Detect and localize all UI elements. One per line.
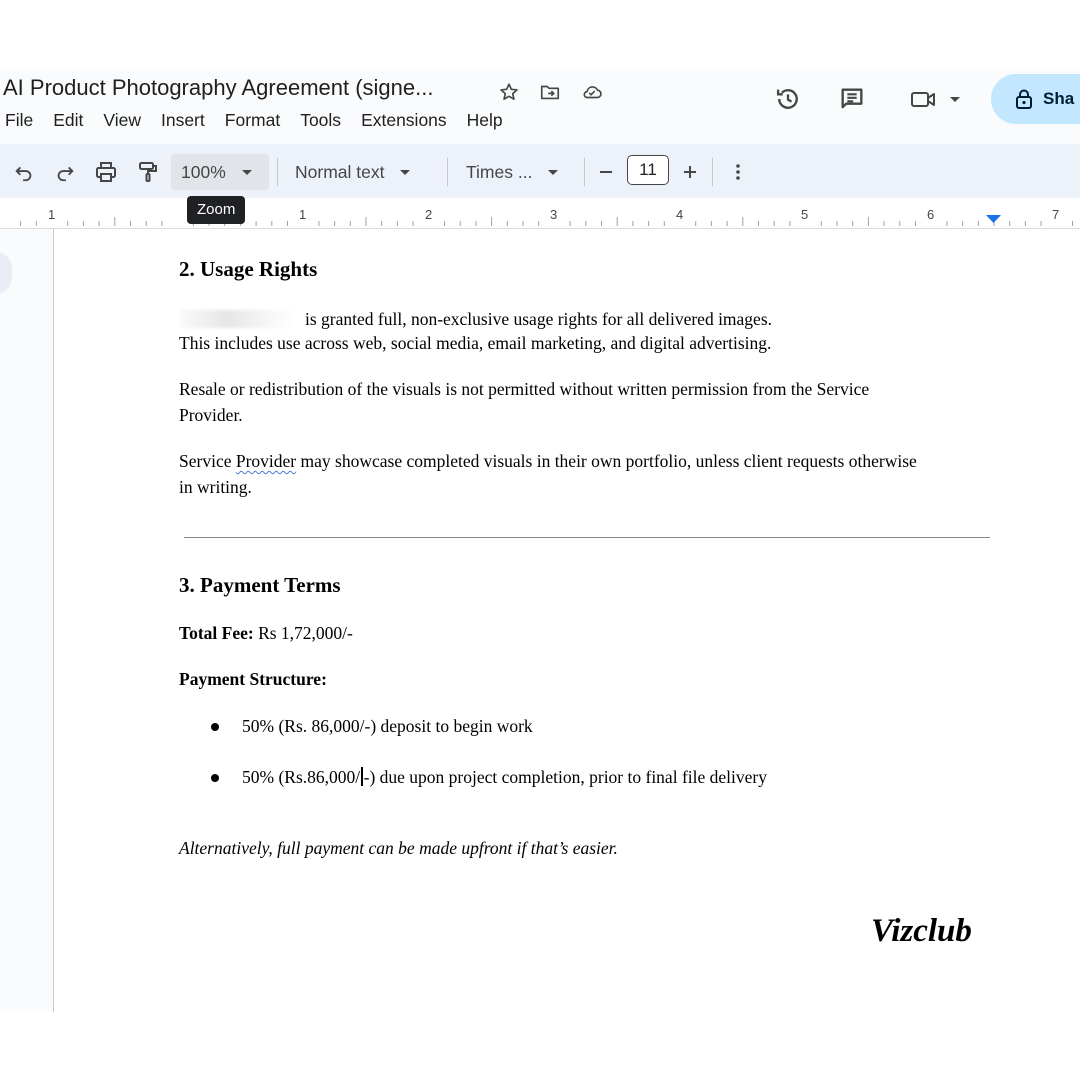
text-style-dropdown[interactable]: Normal text — [295, 154, 435, 190]
paint-format-icon[interactable] — [135, 159, 161, 185]
text-style-value: Normal text — [295, 161, 385, 182]
total-fee-label: Total Fee: — [179, 623, 254, 643]
menu-help[interactable]: Help — [467, 109, 513, 131]
ruler-label: 7 — [1052, 207, 1059, 222]
zoom-value: 100% — [181, 161, 226, 182]
signature-logo: Vizclub — [871, 913, 972, 949]
ruler[interactable]: 1 1 2 3 4 5 6 7 — [0, 198, 1080, 229]
spellcheck-flagged-word[interactable]: Provider — [236, 451, 296, 471]
ruler-ticks — [20, 217, 1073, 226]
usage-paragraph-1-text: is granted full, non-exclusive usage rig… — [305, 309, 773, 329]
font-size-input[interactable]: 11 — [627, 155, 669, 185]
ruler-label: 1 — [299, 207, 306, 222]
move-folder-icon[interactable] — [538, 80, 562, 104]
zoom-tooltip: Zoom — [187, 196, 246, 224]
cloud-saved-icon[interactable] — [580, 80, 604, 104]
bullet-icon — [211, 723, 219, 731]
usage-rights-heading: 2. Usage Rights — [179, 257, 318, 281]
chevron-down-icon — [241, 169, 252, 175]
print-icon[interactable] — [93, 159, 119, 185]
menu-format[interactable]: Format — [225, 109, 290, 131]
comments-icon[interactable] — [837, 84, 867, 114]
chevron-down-icon — [548, 169, 559, 175]
total-fee-line: Total Fee: Rs 1,72,000/- — [179, 623, 353, 644]
ruler-label: 4 — [676, 207, 683, 222]
ruler-label: 6 — [927, 207, 934, 222]
right-indent-marker[interactable] — [986, 215, 1001, 223]
undo-icon[interactable] — [11, 159, 37, 185]
text-cursor — [361, 767, 363, 786]
usage-paragraph-3-line2: in writing. — [179, 477, 252, 497]
payment-bullet-2-pre: 50% (Rs.86,000/ — [242, 767, 361, 787]
usage-paragraph-1-line2: This includes use across web, social med… — [179, 333, 772, 353]
ruler-label: 5 — [801, 207, 808, 222]
total-fee-value: Rs 1,72,000/- — [253, 623, 353, 643]
alternative-payment-note: Alternatively, full payment can be made … — [179, 838, 618, 858]
menu-file[interactable]: File — [5, 109, 43, 131]
lock-icon — [1015, 89, 1033, 109]
payment-bullet-2-post: -) due upon project completion, prior to… — [363, 767, 767, 787]
toolbar-divider — [584, 158, 585, 186]
toolbar-divider — [447, 158, 448, 186]
document-title[interactable]: AI Product Photography Agreement (signe.… — [3, 75, 433, 101]
payment-terms-heading: 3. Payment Terms — [179, 573, 341, 597]
docs-window: AI Product Photography Agreement (signe.… — [0, 0, 1080, 1080]
font-dropdown[interactable]: Times ... — [466, 154, 571, 190]
payment-bullet-2: 50% (Rs.86,000/-) due upon project compl… — [242, 767, 767, 788]
more-options-icon[interactable] — [725, 159, 751, 185]
horizontal-rule — [184, 537, 990, 538]
ruler-label: 3 — [550, 207, 557, 222]
font-value: Times ... — [466, 161, 533, 182]
menu-insert[interactable]: Insert — [161, 109, 215, 131]
meet-camera-icon[interactable] — [909, 84, 965, 114]
share-label: Sha — [1043, 89, 1075, 108]
payment-structure-label-text: Payment Structure: — [179, 669, 327, 689]
usage-paragraph-3: Service Provider may showcase completed … — [179, 451, 917, 472]
increase-font-size-icon[interactable] — [677, 159, 703, 185]
usage-paragraph-2-line2: Provider. — [179, 405, 243, 425]
toolbar-divider — [712, 158, 713, 186]
chevron-down-icon — [400, 169, 411, 175]
menu-tools[interactable]: Tools — [300, 109, 351, 131]
usage-paragraph-3-post: may showcase completed visuals in their … — [296, 451, 917, 471]
redo-icon[interactable] — [52, 159, 78, 185]
ruler-label: 2 — [425, 207, 432, 222]
decrease-font-size-icon[interactable] — [593, 159, 619, 185]
zoom-dropdown[interactable]: 100% — [171, 154, 269, 190]
redacted-client-name — [179, 310, 299, 328]
payment-bullet-1: 50% (Rs. 86,000/-) deposit to begin work — [242, 716, 533, 736]
share-button[interactable]: Sha — [991, 74, 1080, 124]
bullet-icon — [211, 774, 219, 782]
ruler-label: 1 — [48, 207, 55, 222]
menu-extensions[interactable]: Extensions — [361, 109, 457, 131]
payment-structure-label: Payment Structure: — [179, 669, 327, 690]
ruler-scale: 1 1 2 3 4 5 6 7 — [20, 207, 1073, 226]
usage-paragraph-3-pre: Service — [179, 451, 236, 471]
usage-paragraph-1: is granted full, non-exclusive usage rig… — [179, 309, 772, 330]
version-history-icon[interactable] — [773, 84, 803, 114]
menu-edit[interactable]: Edit — [53, 109, 93, 131]
toolbar-divider — [277, 158, 278, 186]
star-icon[interactable] — [497, 80, 521, 104]
menu-bar: File Edit View Insert Format Tools Exten… — [5, 109, 523, 131]
usage-paragraph-2-line1: Resale or redistribution of the visuals … — [179, 379, 870, 399]
menu-view[interactable]: View — [103, 109, 151, 131]
